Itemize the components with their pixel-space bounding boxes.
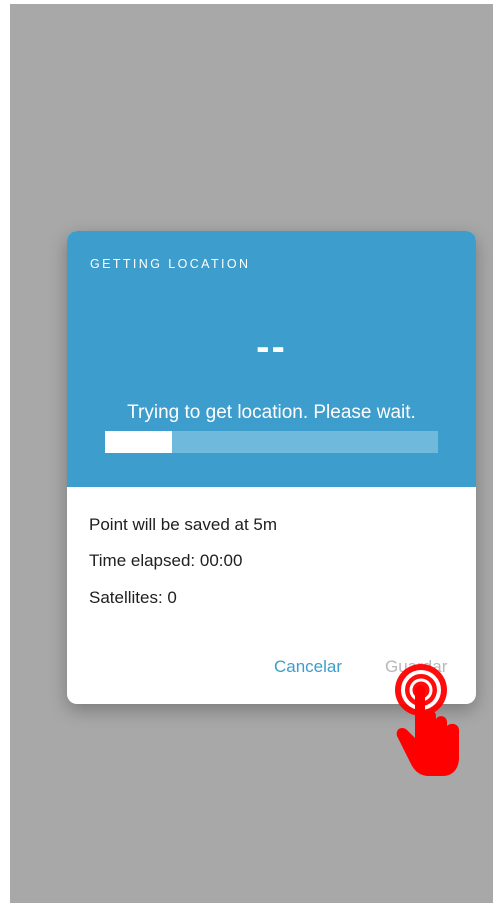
satellites-text: Satellites: 0 — [89, 588, 177, 607]
hand-pointer-tap-icon — [395, 664, 459, 776]
cancel-button[interactable]: Cancelar — [274, 657, 342, 677]
save-threshold-text: Point will be saved at 5m — [89, 515, 278, 534]
progress-bar-fill — [105, 431, 172, 453]
location-dialog: GETTING LOCATION -- Trying to get locati… — [67, 231, 476, 704]
dialog-header: GETTING LOCATION -- Trying to get locati… — [67, 231, 476, 487]
progress-bar — [105, 431, 438, 453]
dialog-title: GETTING LOCATION — [90, 257, 251, 271]
accuracy-value: -- — [256, 325, 287, 369]
status-message: Trying to get location. Please wait. — [127, 402, 416, 423]
time-elapsed-text: Time elapsed: 00:00 — [89, 551, 243, 570]
